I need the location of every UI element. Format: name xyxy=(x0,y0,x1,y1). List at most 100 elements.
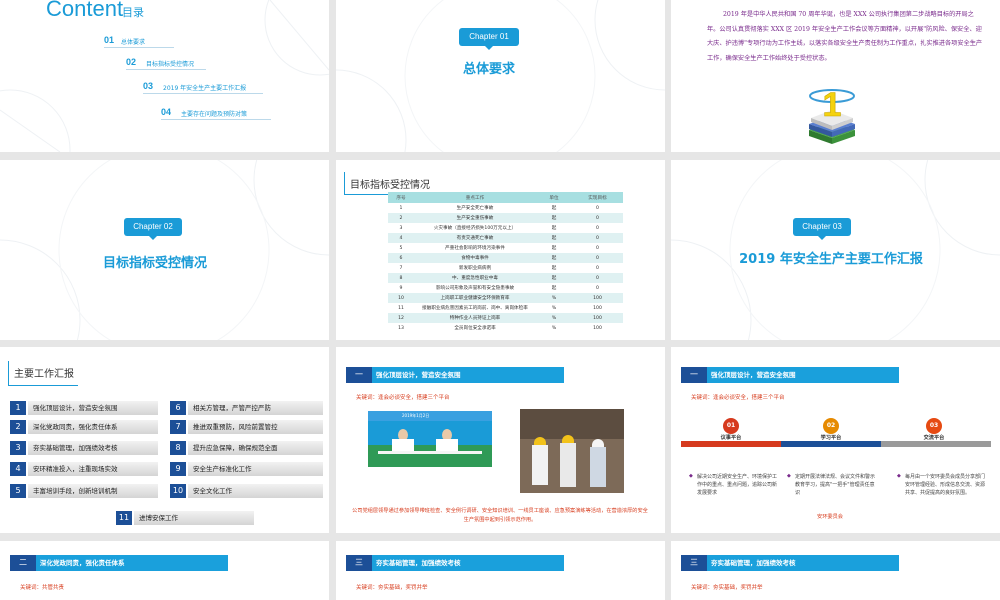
platform-label: 议事平台 xyxy=(720,435,742,441)
bullet-diamond-icon: ◆ xyxy=(787,473,791,479)
table-cell: 10 xyxy=(388,293,414,303)
slide-thumbnail-12[interactable]: 三 夯实基础管理，加强绩效考核 关键词：夯实基础，奖罚并举 xyxy=(671,541,1000,600)
table-row: 1 生产安全死亡事故起 0 xyxy=(388,203,623,213)
slide-thumbnail-2[interactable]: Chapter 01 总体要求 xyxy=(336,0,665,152)
table-cell: 8 xyxy=(388,273,414,283)
table-cell: 11 xyxy=(388,303,414,313)
table-cell: 起 xyxy=(536,263,572,273)
section-header-text: 强化顶层设计，营造安全氛围 xyxy=(711,371,796,379)
slide-thumbnail-1[interactable]: Content 目录 01 总体要求 02 目标指标受控情况 03 2019 年… xyxy=(0,0,329,152)
slide-title: 主要工作汇报 xyxy=(14,369,74,380)
work-item-number: 4 xyxy=(10,462,26,476)
title-accent-line xyxy=(344,172,345,194)
toc-item-text: 2019 年安全生产主要工作汇报 xyxy=(163,85,247,92)
platform-label: 学习平台 xyxy=(820,435,842,441)
section-number: 二 xyxy=(10,555,36,571)
platform-description: 解决公司近期安全生产、环境保护工作中的重点、重点问题，追踪公司新发展要求 xyxy=(697,474,778,496)
table-cell: % xyxy=(536,293,572,303)
platform-number: 03 xyxy=(926,418,942,434)
chapter-title: 2019 年安全生产主要工作汇报 xyxy=(739,252,923,267)
platform-description: 每月由一个安环委员会成员分享部门安环管理经验、形成信息交流、资源共享、共促提高的… xyxy=(905,474,986,496)
table-cell: 生产安全重伤事故 xyxy=(414,213,536,223)
table-cell: 新发职业病病例 xyxy=(414,263,536,273)
slide-thumbnail-9[interactable]: 一 强化顶层设计，营造安全氛围 关键词：逢会必谈安全，搭建三个平台 01 02 … xyxy=(671,347,1000,533)
table-row: 11 接触职业病危害因素员工的岗前、岗中、离岗体检率% 100 xyxy=(388,303,623,313)
slide-thumbnail-11[interactable]: 三 夯实基础管理，加强绩效考核 关键词：夯实基础，奖罚并举 xyxy=(336,541,665,600)
work-item-number: 9 xyxy=(170,462,186,476)
work-item-text: 夯实基础管理，加强绩效考核 xyxy=(28,441,158,455)
work-item-text: 深化党政同责，强化责任体系 xyxy=(28,420,158,434)
slide-thumbnail-3[interactable]: 2019 年是中华人民共和国 70 周年华诞，也是 XXX 公司执行集团第二步战… xyxy=(671,0,1000,152)
table-row: 9 影响公司形象及声誉和有安全隐患事故起 0 xyxy=(388,283,623,293)
keywords-text: 关键词：逢会必谈安全，搭建三个平台 xyxy=(691,395,785,401)
work-item-text: 进博安保工作 xyxy=(134,511,254,525)
keywords-text: 关键词：夯实基础，奖罚并举 xyxy=(356,585,428,591)
toc-item-text: 目标指标受控情况 xyxy=(146,61,195,68)
slide-thumbnail-6[interactable]: Chapter 03 2019 年安全生产主要工作汇报 xyxy=(671,160,1000,340)
chapter-badge: Chapter 02 xyxy=(124,218,182,240)
table-row: 8 中、重度急性职业中毒起 0 xyxy=(388,273,623,283)
work-item-text: 安环精准投入，注重现场实效 xyxy=(28,462,158,476)
table-row: 2 生产安全重伤事故起 0 xyxy=(388,213,623,223)
slide-title: 目标指标受控情况 xyxy=(350,180,430,191)
meeting-photo: 2019年1月2日 xyxy=(368,411,492,467)
work-item-number: 11 xyxy=(116,511,132,525)
table-row: 10 上岗职工职业健康安全环保教育率% 100 xyxy=(388,293,623,303)
slide-thumbnail-4[interactable]: Chapter 02 目标指标受控情况 xyxy=(0,160,329,340)
section-header-text: 强化顶层设计，营造安全氛围 xyxy=(376,371,461,379)
table-cell: 5 xyxy=(388,243,414,253)
table-cell: 火灾事故（直接经济损失100万元以上） xyxy=(414,223,536,233)
table-cell: 起 xyxy=(536,213,572,223)
table-row: 7 新发职业病病例起 0 xyxy=(388,263,623,273)
slide-thumbnail-10[interactable]: 二 深化党政同责，强化责任体系 关键词：共管共责 xyxy=(0,541,329,600)
table-row: 12 特种作业人员持证上岗率% 100 xyxy=(388,313,623,323)
section-number: 一 xyxy=(346,367,372,383)
slide-thumbnail-8[interactable]: 一 强化顶层设计，营造安全氛围 关键词：逢会必谈安全，搭建三个平台 2019年1… xyxy=(336,347,665,533)
toc-item-number: 01 xyxy=(104,35,115,45)
work-item-number: 2 xyxy=(10,420,26,434)
platform-bar xyxy=(781,441,881,447)
table-cell: 9 xyxy=(388,283,414,293)
table-cell: 100 xyxy=(572,313,623,323)
photo-caption: 2019年1月2日 xyxy=(402,413,430,418)
toc-divider xyxy=(143,93,263,94)
table-cell: 100 xyxy=(572,293,623,303)
section-number: 一 xyxy=(681,367,707,383)
table-cell: 0 xyxy=(572,263,623,273)
table-cell: 12 xyxy=(388,313,414,323)
chapter-badge: Chapter 03 xyxy=(793,218,851,240)
platform-bar xyxy=(681,441,781,447)
table-cell: 起 xyxy=(536,233,572,243)
work-item-text: 相关方管理，严管严控严防 xyxy=(188,401,323,415)
slide-thumbnail-7[interactable]: 主要工作汇报 1 强化顶层设计，营造安全氛围 2 深化党政同责，强化责任体系 3 夯实… xyxy=(0,347,329,533)
table-cell: 7 xyxy=(388,263,414,273)
chapter-badge: Chapter 01 xyxy=(459,28,519,50)
table-cell: 影响公司形象及声誉和有安全隐患事故 xyxy=(414,283,536,293)
table-cell: 食物中毒事件 xyxy=(414,253,536,263)
background-decoration xyxy=(0,0,329,152)
slide-thumbnail-5[interactable]: 目标指标受控情况 序号 重点工作 单位 实现目标 1 生产安全死亡事故起 0 2 生产安… xyxy=(336,160,665,340)
table-row: 4 有责交通死亡事故起 0 xyxy=(388,233,623,243)
number-one-icon: 1 xyxy=(809,86,855,144)
keywords-text: 关键词：夯实基础，奖罚并举 xyxy=(691,585,763,591)
table-cell: 起 xyxy=(536,243,572,253)
table-cell: 0 xyxy=(572,273,623,283)
work-item-number: 5 xyxy=(10,484,26,498)
committee-label: 安环委员会 xyxy=(817,514,843,520)
table-cell: 3 xyxy=(388,223,414,233)
targets-table: 序号 重点工作 单位 实现目标 1 生产安全死亡事故起 0 2 生产安全重伤事故起 0 3 火… xyxy=(388,192,623,333)
table-cell: 0 xyxy=(572,233,623,243)
toc-item-text: 主要存在问题及预防对策 xyxy=(181,111,248,118)
table-header: 实现目标 xyxy=(572,192,623,203)
table-cell: 生产安全死亡事故 xyxy=(414,203,536,213)
section-header-text: 夯实基础管理，加强绩效考核 xyxy=(376,559,461,567)
section-number: 三 xyxy=(681,555,707,571)
toc-item-number: 02 xyxy=(126,57,137,67)
background-decoration xyxy=(0,160,329,340)
platform-number: 02 xyxy=(823,418,839,434)
toc-item-number: 03 xyxy=(143,81,154,91)
icon-number: 1 xyxy=(823,86,842,124)
table-cell: 4 xyxy=(388,233,414,243)
keywords-text: 关键词：共管共责 xyxy=(20,585,65,591)
table-cell: 中、重度急性职业中毒 xyxy=(414,273,536,283)
